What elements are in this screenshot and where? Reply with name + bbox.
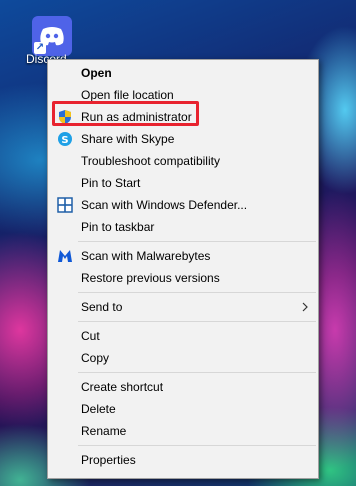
discord-shortcut-icon[interactable]: ↗ <box>32 16 72 56</box>
menu-item-label: Properties <box>81 453 136 467</box>
menu-item-label: Open file location <box>81 88 174 102</box>
menu-item-label: Scan with Windows Defender... <box>81 198 248 212</box>
menu-separator <box>78 321 316 322</box>
menu-item-troubleshoot-compatibility[interactable]: Troubleshoot compatibility <box>48 150 318 172</box>
menu-item-label: Copy <box>81 351 110 365</box>
menu-item-cut[interactable]: Cut <box>48 325 318 347</box>
menu-item-restore-previous-versions[interactable]: Restore previous versions <box>48 267 318 289</box>
menu-item-label: Rename <box>81 424 127 438</box>
skype-icon: S <box>58 132 72 146</box>
menu-item-label: Share with Skype <box>81 132 175 146</box>
chevron-right-icon <box>302 302 308 312</box>
menu-item-share-with-skype[interactable]: S Share with Skype <box>48 128 318 150</box>
menu-separator <box>78 292 316 293</box>
menu-item-label: Delete <box>81 402 116 416</box>
menu-item-delete[interactable]: Delete <box>48 398 318 420</box>
menu-item-label: Restore previous versions <box>81 271 220 285</box>
menu-item-label: Scan with Malwarebytes <box>81 249 211 263</box>
highlight-box <box>52 101 199 126</box>
menu-item-label: Pin to taskbar <box>81 220 155 234</box>
menu-item-label: Troubleshoot compatibility <box>81 154 220 168</box>
menu-item-label: Create shortcut <box>81 380 164 394</box>
svg-text:S: S <box>61 135 68 146</box>
menu-item-label: Cut <box>81 329 100 343</box>
menu-item-scan-with-malwarebytes[interactable]: Scan with Malwarebytes <box>48 245 318 267</box>
windows-defender-icon <box>57 197 73 213</box>
menu-separator <box>78 372 316 373</box>
menu-item-label: Send to <box>81 300 123 314</box>
menu-item-scan-with-windows-defender[interactable]: Scan with Windows Defender... <box>48 194 318 216</box>
menu-separator <box>78 241 316 242</box>
menu-item-pin-to-start[interactable]: Pin to Start <box>48 172 318 194</box>
malwarebytes-icon <box>58 250 72 262</box>
menu-item-open[interactable]: Open <box>48 62 318 84</box>
menu-item-copy[interactable]: Copy <box>48 347 318 369</box>
menu-item-send-to[interactable]: Send to <box>48 296 318 318</box>
menu-item-rename[interactable]: Rename <box>48 420 318 442</box>
menu-item-create-shortcut[interactable]: Create shortcut <box>48 376 318 398</box>
menu-item-label: Pin to Start <box>81 176 141 190</box>
menu-item-pin-to-taskbar[interactable]: Pin to taskbar <box>48 216 318 238</box>
menu-item-properties[interactable]: Properties <box>48 449 318 471</box>
menu-separator <box>78 445 316 446</box>
menu-item-label: Open <box>81 66 112 80</box>
